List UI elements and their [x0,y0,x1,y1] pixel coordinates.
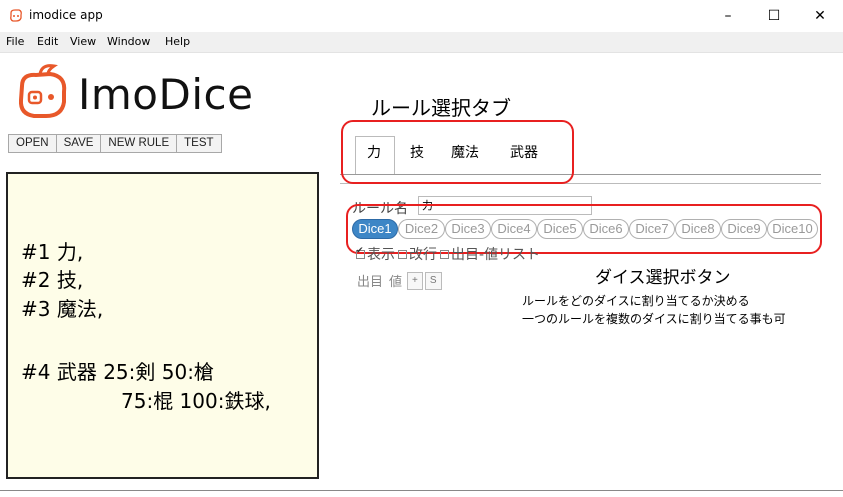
new-rule-button[interactable]: NEW RULE [100,134,178,153]
dice-annotation-desc-2: 一つのルールを複数のダイスに割り当てる事も可 [522,312,786,326]
menu-help[interactable]: Help [165,35,190,48]
toolbar: OPEN SAVE NEW RULE TEST [8,134,222,153]
minimize-button[interactable]: – [705,0,751,32]
menu-bar: File Edit View Window Help [0,32,843,53]
menu-edit[interactable]: Edit [37,35,58,48]
test-button[interactable]: TEST [176,134,222,153]
show-label: 表示 [367,247,395,263]
rules-text-area[interactable]: #1 力, #2 技, #3 魔法, #4 武器 25:剣 50:槍 75:棍 … [6,172,319,479]
newline-checkbox[interactable] [398,249,407,259]
dice-annotation-title: ダイス選択ボタン [595,268,731,288]
option-row: 表示 改行 出目-値リスト [356,244,540,264]
window-title: imodice app [29,8,103,22]
value-list-header: 出目 値 + S [357,271,442,290]
roll-column-label: 出目 [357,275,384,290]
save-button[interactable]: SAVE [55,134,102,153]
window-bottom-edge [0,490,843,491]
maximize-button[interactable]: ☐ [751,0,797,32]
app-logo-icon [10,9,22,22]
menu-view[interactable]: View [70,35,96,48]
title-bar: imodice app – ☐ ✕ [0,0,843,32]
close-button[interactable]: ✕ [797,0,843,32]
rule-line-3: #3 魔法, [21,297,104,321]
value-list-checkbox[interactable] [440,249,449,259]
dice-annotation-desc-1: ルールをどのダイスに割り当てるか決める [522,294,750,308]
tab-annotation-label: ルール選択タブ [371,96,511,120]
open-button[interactable]: OPEN [8,134,57,153]
add-row-button[interactable]: + [407,271,423,290]
s-button[interactable]: S [424,271,442,290]
value-column-label: 値 [389,275,403,290]
tab-annotation-box [341,120,574,184]
newline-label: 改行 [409,247,437,263]
rule-line-2: #2 技, [21,268,84,292]
menu-window[interactable]: Window [107,35,150,48]
brand-title: ImoDice [78,70,254,119]
rule-line-4: #4 武器 25:剣 50:槍 [21,360,214,384]
show-checkbox[interactable] [356,246,365,259]
value-list-label: 出目-値リスト [451,247,541,263]
imodice-logo-icon [18,64,67,118]
menu-file[interactable]: File [6,35,24,48]
rule-line-1: #1 力, [21,240,84,264]
rule-line-5: 75:棍 100:鉄球, [121,389,271,413]
